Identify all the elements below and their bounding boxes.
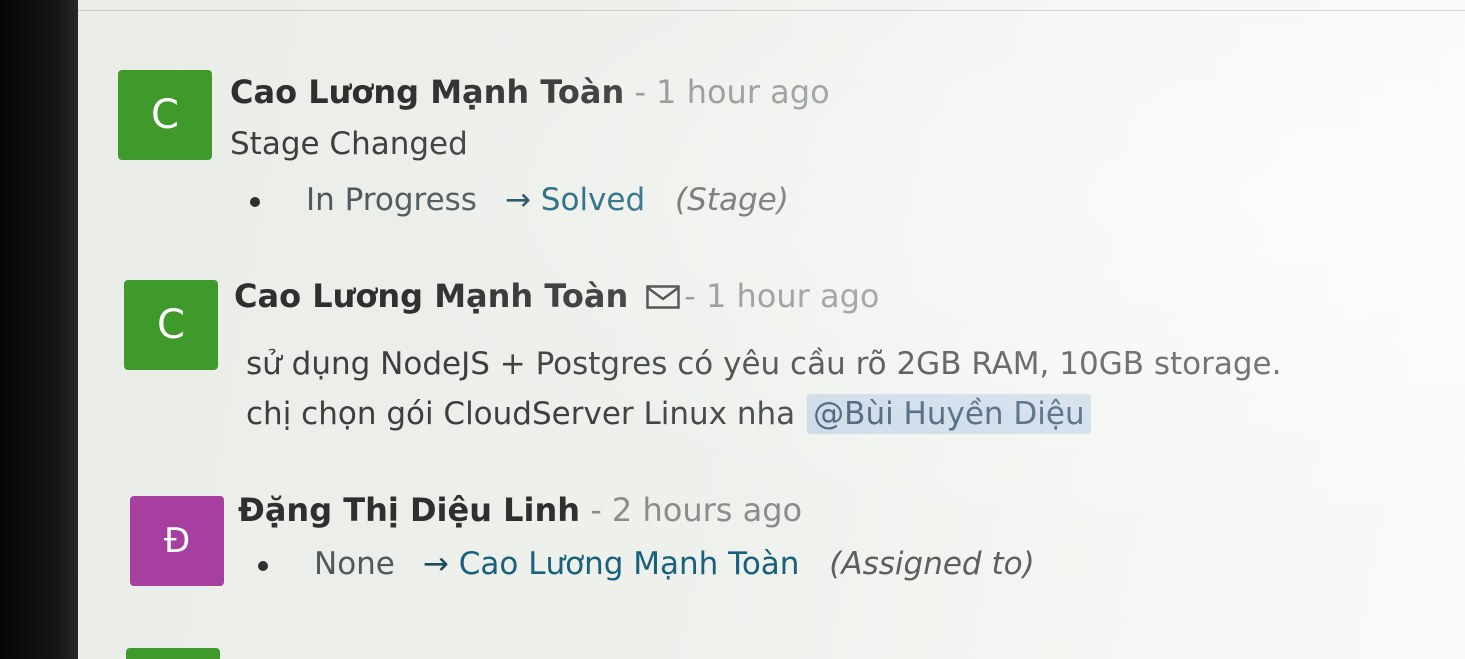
message-header: Cao Lương Mạnh Toàn - 1 hour ago [230,72,830,112]
message-body-text: chị chọn gói CloudServer Linux nha [246,396,796,432]
avatar-letter: C [151,92,179,138]
field-name: (Assigned to) [829,546,1035,582]
avatar-letter: Đ [163,521,191,561]
author-name[interactable]: Cao Lương Mạnh Toàn [234,277,628,315]
avatar[interactable]: C [124,280,218,370]
arrow-right-icon: → [422,546,449,582]
user-mention[interactable]: @Bùi Huyền Diệu [807,394,1091,434]
message-header: Đặng Thị Diệu Linh - 2 hours ago [238,490,802,530]
old-value: None [314,546,395,582]
message-header: Cao Lương Mạnh Toàn - 1 hour ago [234,276,879,316]
message-time: - 2 hours ago [590,491,803,529]
message-body-line: chị chọn gói CloudServer Linux nha @Bùi H… [246,394,1091,434]
new-value: Solved [540,182,646,218]
arrow-right-icon: → [504,182,531,218]
screen-bezel [0,0,80,659]
avatar-letter: C [157,302,185,348]
chatter-panel: C Cao Lương Mạnh Toàn - 1 hour ago Stage… [78,0,1465,659]
panel-top-border [78,0,1465,11]
avatar[interactable]: C [118,70,212,160]
new-value: Cao Lương Mạnh Toàn [458,546,800,582]
tracking-value: None → Cao Lương Mạnh Toàn (Assigned to) [258,544,1035,584]
tracking-value: In Progress → Solved (Stage) [250,180,789,220]
avatar[interactable]: Đ [130,496,224,586]
message-subject: Stage Changed [230,126,468,162]
old-value: In Progress [306,182,477,218]
avatar[interactable] [126,648,220,659]
message-body-line: sử dụng NodeJS + Postgres có yêu cầu rõ … [246,346,1282,382]
author-name[interactable]: Đặng Thị Diệu Linh [238,491,580,529]
message-time: - 1 hour ago [684,277,880,315]
bullet-icon [250,196,260,207]
envelope-icon[interactable] [646,278,681,309]
bullet-icon [258,560,268,571]
author-name[interactable]: Cao Lương Mạnh Toàn [230,73,624,111]
message-time: - 1 hour ago [634,73,830,111]
field-name: (Stage) [675,182,789,218]
